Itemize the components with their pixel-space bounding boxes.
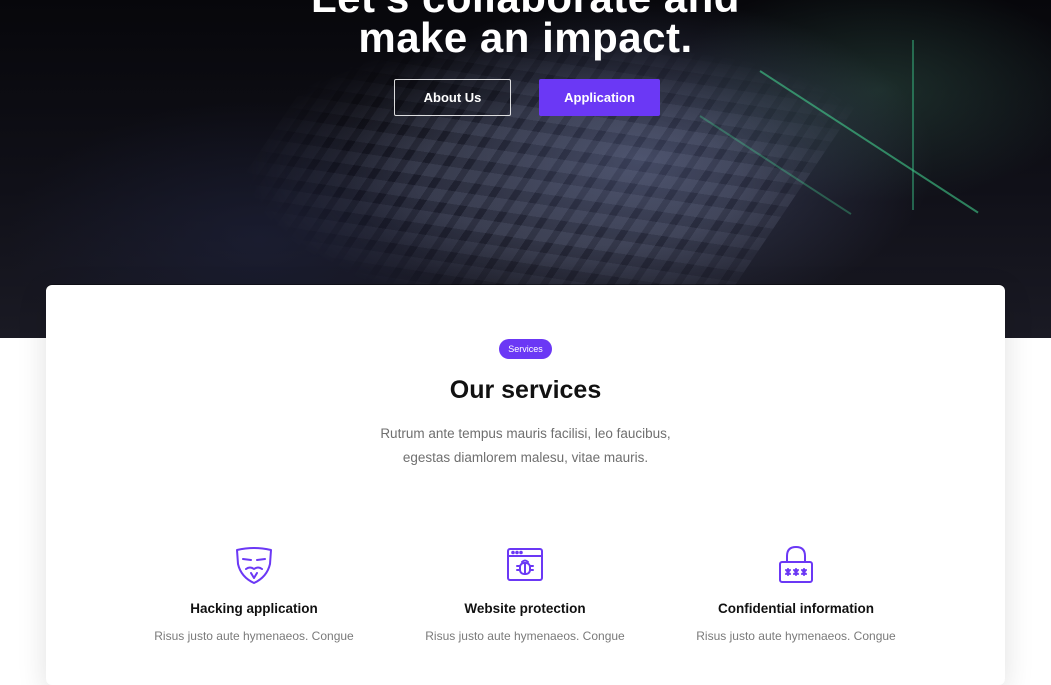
- hero-title-line: make an impact.: [358, 14, 693, 61]
- hero-title: Let's collaborate and make an impact.: [0, 0, 1051, 61]
- services-badge: Services: [499, 339, 552, 359]
- service-title: Hacking application: [190, 601, 318, 616]
- description-line: egestas diamlorem malesu, vitae mauris.: [402, 450, 649, 465]
- service-title: Website protection: [464, 601, 586, 616]
- anonymous-mask-icon: [236, 547, 272, 584]
- service-item-hacking[interactable]: Hacking application Risus justo aute hym…: [129, 545, 379, 643]
- section-title: Our services: [449, 376, 602, 404]
- about-us-button[interactable]: About Us: [394, 79, 511, 116]
- hero-decor-line: [912, 40, 914, 210]
- section-description: Rutrum ante tempus mauris facilisi, leo …: [370, 422, 681, 470]
- browser-bug-icon: [507, 548, 543, 581]
- service-item-website-protection[interactable]: Website protection Risus justo aute hyme…: [400, 545, 650, 643]
- service-text: Risus justo aute hymenaeos. Congue: [154, 629, 354, 643]
- service-text: Risus justo aute hymenaeos. Congue: [696, 629, 896, 643]
- padlock-password-icon: [779, 546, 813, 583]
- service-item-confidential-information[interactable]: Confidential information Risus justo aut…: [671, 545, 921, 643]
- service-text: Risus justo aute hymenaeos. Congue: [425, 629, 625, 643]
- description-line: Rutrum ante tempus mauris facilisi, leo …: [380, 426, 671, 441]
- application-button[interactable]: Application: [539, 79, 660, 116]
- service-title: Confidential information: [718, 601, 874, 616]
